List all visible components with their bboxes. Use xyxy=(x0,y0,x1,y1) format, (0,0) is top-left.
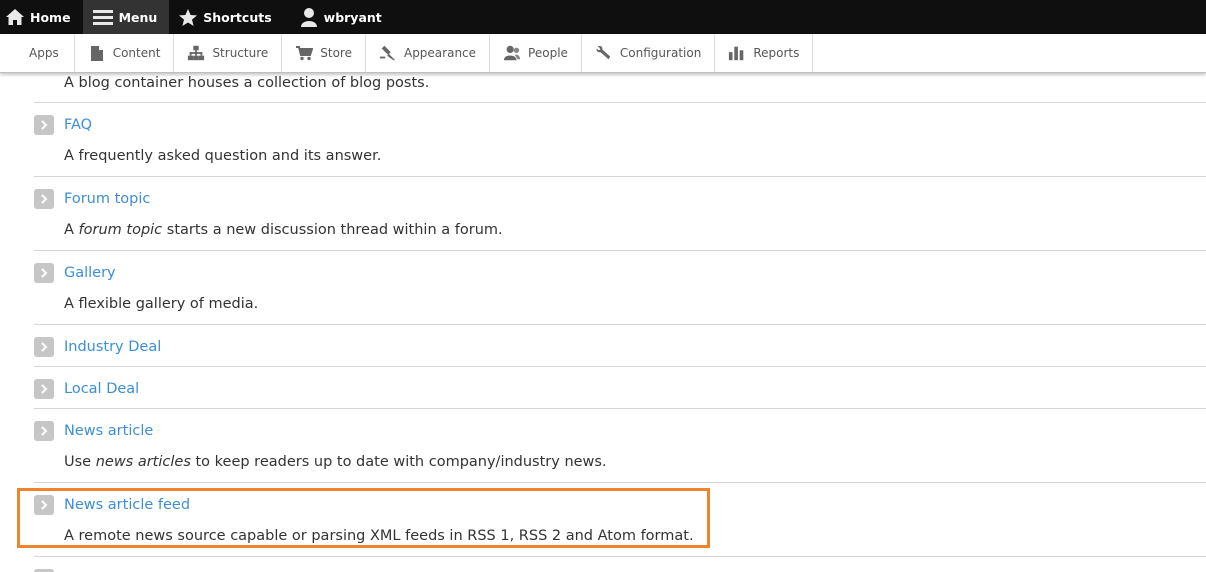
desc-text: Use xyxy=(64,454,96,470)
tray-item-appearance[interactable]: Appearance xyxy=(366,34,491,72)
content-type-list: A blog container houses a collection of … xyxy=(34,73,1206,572)
desc-emphasis: news articles xyxy=(95,454,191,470)
tray-item-people[interactable]: People xyxy=(490,34,582,72)
list-item: Forum topic A forum topic starts a new d… xyxy=(34,177,1206,251)
list-item: Gallery A flexible gallery of media. xyxy=(34,251,1206,325)
content-type-link-news-article-feed[interactable]: News article feed xyxy=(64,497,190,513)
content-type-description: Use news articles to keep readers up to … xyxy=(34,452,1206,472)
wrench-icon xyxy=(595,44,613,62)
toolbar-menu-tab[interactable]: Menu xyxy=(82,0,170,34)
tray-item-store[interactable]: Store xyxy=(282,34,366,72)
chevron-right-icon[interactable] xyxy=(34,379,54,399)
toolbar-home-label: Home xyxy=(30,9,71,25)
tray-item-label: Apps xyxy=(29,46,59,60)
sitemap-icon xyxy=(187,44,205,62)
content-type-link-forum-topic[interactable]: Forum topic xyxy=(64,191,150,207)
tray-item-label: People xyxy=(528,46,568,60)
desc-text: starts a new discussion thread within a … xyxy=(162,222,503,238)
content-type-description: A flexible gallery of media. xyxy=(64,296,259,312)
chevron-right-icon[interactable] xyxy=(34,337,54,357)
content-type-link-news-article[interactable]: News article xyxy=(64,423,153,439)
content-type-link-industry-deal[interactable]: Industry Deal xyxy=(64,339,161,355)
toolbar-home-tab[interactable]: Home xyxy=(0,0,83,34)
tray-item-label: Store xyxy=(320,46,352,60)
toolbar-menu-label: Menu xyxy=(118,9,158,25)
star-icon xyxy=(177,6,199,28)
content-type-description: A forum topic starts a new discussion th… xyxy=(34,220,1206,240)
tray-item-label: Reports xyxy=(753,46,800,60)
tray-item-label: Structure xyxy=(212,46,269,60)
tray-item-label: Appearance xyxy=(403,46,477,60)
list-item xyxy=(34,557,1206,572)
toolbar-shortcuts-label: Shortcuts xyxy=(203,9,272,25)
chevron-right-icon[interactable] xyxy=(34,263,54,283)
toolbar-user-tab[interactable]: wbryant xyxy=(284,0,394,34)
toolbar-shortcuts-tab[interactable]: Shortcuts xyxy=(169,0,283,34)
file-icon xyxy=(88,44,106,62)
tray-item-content[interactable]: Content xyxy=(75,34,175,72)
tray-item-structure[interactable]: Structure xyxy=(174,34,283,72)
hamburger-icon xyxy=(91,6,115,28)
list-item: FAQ A frequently asked question and its … xyxy=(34,103,1206,177)
list-item: Local Deal xyxy=(34,367,1206,409)
admin-menu-tray: Apps Content Structure Store Appearance … xyxy=(0,34,1206,73)
desc-text: to keep readers up to date with company/… xyxy=(190,454,607,470)
people-icon xyxy=(503,44,521,62)
user-icon xyxy=(298,6,320,28)
list-item: News article feed A remote news source c… xyxy=(34,483,1206,557)
content-type-link-local-deal[interactable]: Local Deal xyxy=(64,381,139,397)
content-type-description: A remote news source capable or parsing … xyxy=(64,528,694,544)
tray-item-label: Content xyxy=(112,46,161,60)
content-type-description: A frequently asked question and its answ… xyxy=(64,148,382,164)
tray-item-apps[interactable]: Apps xyxy=(0,34,75,72)
toolbar-user-label: wbryant xyxy=(323,9,382,25)
content-type-link-gallery[interactable]: Gallery xyxy=(64,265,116,281)
chevron-right-icon[interactable] xyxy=(34,115,54,135)
bar-chart-icon xyxy=(728,44,746,62)
desc-text: A xyxy=(64,222,79,238)
desc-emphasis: forum topic xyxy=(78,222,163,238)
admin-toolbar: Home Menu Shortcuts wbryant xyxy=(0,0,1206,34)
list-item: Industry Deal xyxy=(34,325,1206,367)
chevron-right-icon[interactable] xyxy=(34,495,54,515)
home-icon xyxy=(4,6,26,28)
cart-icon xyxy=(295,44,314,62)
chevron-right-icon[interactable] xyxy=(34,421,54,441)
list-item: A blog container houses a collection of … xyxy=(34,73,1206,103)
list-item: News article Use news articles to keep r… xyxy=(34,409,1206,483)
content-type-link-faq[interactable]: FAQ xyxy=(64,117,92,133)
tray-item-reports[interactable]: Reports xyxy=(715,34,814,72)
tray-item-configuration[interactable]: Configuration xyxy=(582,34,716,72)
content-type-description: A blog container houses a collection of … xyxy=(64,75,430,91)
chevron-right-icon[interactable] xyxy=(34,189,54,209)
tray-item-label: Configuration xyxy=(619,46,702,60)
brush-icon xyxy=(379,44,397,62)
